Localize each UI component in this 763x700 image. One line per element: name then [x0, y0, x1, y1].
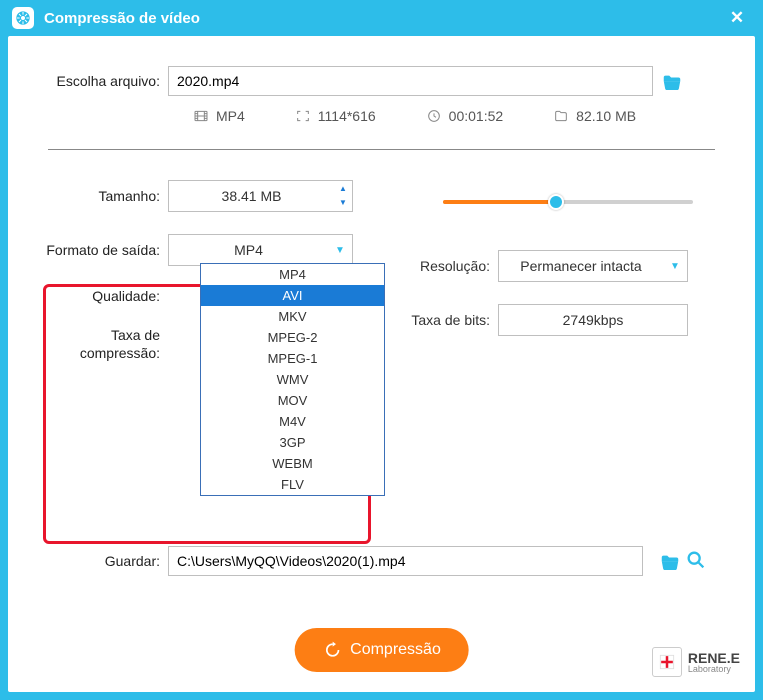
format-option[interactable]: MOV [201, 390, 384, 411]
browse-file-icon[interactable] [661, 72, 683, 90]
chevron-down-icon[interactable]: ▼ [328, 245, 352, 256]
format-row: Formato de saída: MP4 ▼ [28, 234, 368, 266]
size-down-icon[interactable]: ▼ [334, 196, 352, 210]
resolution-label: Resolução: [408, 258, 498, 274]
left-column: Tamanho: 38.41 MB ▲ ▼ Formato de saída: … [28, 180, 368, 362]
file-info-line: MP4 1114*616 00:01:52 82.10 MB [28, 108, 735, 124]
window-title: Compressão de vídeo [44, 10, 723, 27]
format-dropdown-list: MP4AVIMKVMPEG-2MPEG-1WMVMOVM4V3GPWEBMFLV [200, 263, 385, 496]
resolution-dropdown[interactable]: Permanecer intacta ▼ [498, 250, 688, 282]
brand-name: RENE.E [688, 651, 740, 665]
save-row: Guardar: [28, 546, 735, 576]
info-dimensions-value: 1114*616 [318, 108, 376, 124]
search-icon[interactable] [685, 549, 707, 574]
info-size: 82.10 MB [553, 108, 636, 124]
compress-button[interactable]: Compressão [294, 628, 469, 672]
brand-icon [652, 647, 682, 677]
format-option[interactable]: M4V [201, 411, 384, 432]
format-option[interactable]: MP4 [201, 264, 384, 285]
close-icon[interactable]: ✕ [723, 4, 751, 32]
chevron-down-icon[interactable]: ▼ [663, 261, 687, 272]
browse-folder-icon[interactable] [659, 552, 681, 570]
bitrate-row: Taxa de bits: 2749kbps [408, 304, 735, 336]
size-spinner-arrows: ▲ ▼ [334, 182, 352, 210]
bitrate-label: Taxa de bits: [408, 312, 498, 328]
settings-grid: Tamanho: 38.41 MB ▲ ▼ Formato de saída: … [28, 180, 735, 362]
format-option[interactable]: MPEG-1 [201, 348, 384, 369]
size-slider[interactable] [443, 194, 693, 210]
quality-label: Qualidade: [28, 288, 168, 304]
format-label: Formato de saída: [28, 242, 168, 258]
format-option[interactable]: FLV [201, 474, 384, 495]
file-input[interactable] [168, 66, 653, 96]
brand-sub: Laboratory [688, 665, 740, 674]
slider-fill [443, 200, 556, 204]
slider-thumb[interactable] [548, 194, 564, 210]
titlebar: Compressão de vídeo ✕ [0, 0, 763, 36]
file-row: Escolha arquivo: [28, 66, 735, 96]
brand-text: RENE.E Laboratory [688, 651, 740, 674]
info-size-value: 82.10 MB [576, 108, 636, 124]
format-option[interactable]: MKV [201, 306, 384, 327]
size-up-icon[interactable]: ▲ [334, 182, 352, 196]
content-area: Escolha arquivo: MP4 1114*616 00:01:52 8… [8, 36, 755, 692]
brand: RENE.E Laboratory [652, 647, 740, 677]
divider [48, 149, 715, 150]
size-value: 38.41 MB [169, 188, 334, 204]
format-option[interactable]: AVI [201, 285, 384, 306]
info-duration: 00:01:52 [426, 108, 504, 124]
video-compression-window: Compressão de vídeo ✕ Escolha arquivo: M… [0, 0, 763, 700]
compression-rate-label: Taxa de compressão: [28, 326, 168, 362]
format-dropdown[interactable]: MP4 ▼ [168, 234, 353, 266]
format-option[interactable]: 3GP [201, 432, 384, 453]
compress-button-label: Compressão [350, 641, 441, 659]
format-option[interactable]: MPEG-2 [201, 327, 384, 348]
resolution-row: Resolução: Permanecer intacta ▼ [408, 250, 735, 282]
info-duration-value: 00:01:52 [449, 108, 504, 124]
size-label: Tamanho: [28, 188, 168, 204]
app-icon [12, 7, 34, 29]
format-option[interactable]: WEBM [201, 453, 384, 474]
bitrate-value: 2749kbps [498, 304, 688, 336]
format-option[interactable]: WMV [201, 369, 384, 390]
size-row: Tamanho: 38.41 MB ▲ ▼ [28, 180, 368, 212]
right-column: Resolução: Permanecer intacta ▼ Taxa de … [408, 180, 735, 362]
info-format: MP4 [193, 108, 245, 124]
save-label: Guardar: [28, 553, 168, 569]
info-dimensions: 1114*616 [295, 108, 376, 124]
info-format-value: MP4 [216, 108, 245, 124]
format-value: MP4 [169, 242, 328, 258]
resolution-value: Permanecer intacta [499, 258, 663, 274]
file-label: Escolha arquivo: [28, 73, 168, 89]
size-spinner[interactable]: 38.41 MB ▲ ▼ [168, 180, 353, 212]
save-path-input[interactable] [168, 546, 643, 576]
save-icons [651, 549, 707, 574]
